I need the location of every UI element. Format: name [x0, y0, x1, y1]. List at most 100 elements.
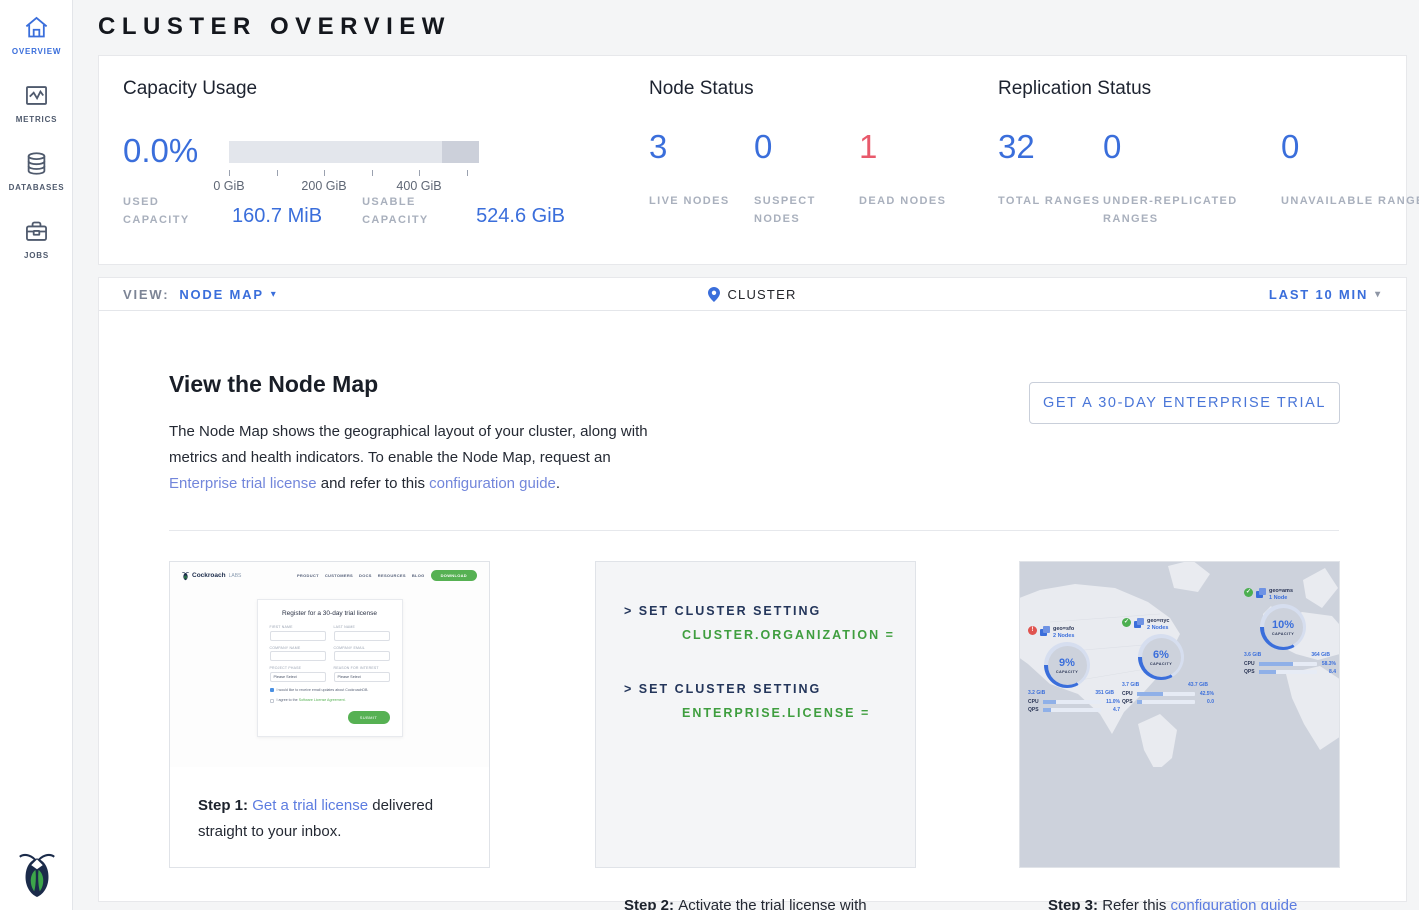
mini-checkbox [270, 688, 274, 692]
code-text: CLUSTER.ORGANIZATION = [682, 628, 895, 642]
qps-label: QPS [1122, 699, 1134, 705]
total-value: 364 GiB [1311, 652, 1330, 658]
step-1-card: CockroachLABS PRODUCT CUSTOMERS DOCS RES… [169, 561, 490, 868]
total-value: 351 GiB [1095, 690, 1114, 696]
mini-site-brand-suffix: LABS [229, 573, 242, 579]
mini-nav-item: CUSTOMERS [325, 573, 353, 578]
mini-input [270, 651, 326, 661]
axis-tick-label: 400 GiB [396, 179, 441, 193]
map-node-nyc: ✓ geo=nyc2 Nodes 6%CAPACITY 3.7 GiB43.7 … [1122, 618, 1226, 705]
cpu-value: 42.5% [1198, 691, 1214, 697]
code-prompt: > [624, 604, 633, 618]
mini-select: Please Select [270, 672, 326, 682]
capacity-bar-end-segment [442, 141, 480, 163]
dead-nodes-label: DEAD NODES [859, 192, 969, 210]
code-prompt: > [624, 682, 633, 696]
qps-label: QPS [1244, 669, 1256, 675]
capacity-percent: 6% [1153, 649, 1169, 661]
axis-tick-label: 200 GiB [301, 179, 346, 193]
configuration-guide-link[interactable]: configuration guide [1171, 897, 1298, 910]
used-capacity-value: 160.7 MiB [232, 205, 322, 228]
mini-input [270, 631, 326, 641]
caption-text: Refer this [1102, 897, 1170, 910]
capacity-label: CAPACITY [1150, 662, 1172, 666]
view-bar: VIEW: NODE MAP ▾ CLUSTER LAST 10 MIN ▾ [99, 278, 1406, 311]
step-label: Step 2: [624, 897, 678, 910]
mini-checkbox-label: I agree to the [277, 698, 299, 702]
sidebar-item-databases[interactable]: DATABASES [0, 136, 73, 204]
description-text: and refer to this [317, 475, 430, 492]
unavailable-ranges-label: UNAVAILABLE RANGES [1281, 192, 1419, 210]
capacity-gauge: 0 GiB 200 GiB 400 GiB [229, 141, 479, 201]
node-cube-icon [1040, 626, 1050, 636]
step-3-card: ! geo=sfo2 Nodes 9%CAPACITY 3.2 GiB351 G… [1019, 561, 1340, 868]
mini-select: Please Select [334, 672, 390, 682]
mini-field-label: FIRST NAME [270, 625, 326, 629]
suspect-nodes-label: SUSPECT NODES [754, 192, 864, 228]
mini-nav-item: BLOG [412, 573, 425, 578]
section-heading: View the Node Map [169, 371, 378, 398]
sidebar-item-jobs[interactable]: JOBS [0, 204, 73, 272]
mini-nav-item: PRODUCT [297, 573, 319, 578]
cpu-label: CPU [1028, 699, 1040, 705]
mini-form-title: Register for a 30-day trial license [270, 610, 390, 617]
used-value: 3.2 GiB [1028, 690, 1045, 696]
stats-panel: Capacity Usage 0.0% 0 GiB 200 GiB 400 Gi… [98, 55, 1407, 265]
enterprise-trial-license-link[interactable]: Enterprise trial license [169, 475, 317, 492]
home-icon [23, 14, 50, 41]
usable-capacity-value: 524.6 GiB [476, 205, 565, 228]
chevron-down-icon: ▾ [1375, 289, 1382, 300]
locality-name: geo=nyc [1147, 618, 1169, 624]
axis-tick-label: 0 GiB [213, 179, 244, 193]
node-count: 2 Nodes [1053, 633, 1074, 639]
mini-register-form: Register for a 30-day trial license FIRS… [257, 599, 403, 737]
total-ranges-label: TOTAL RANGES [998, 192, 1108, 210]
cpu-value: 58.3% [1320, 661, 1336, 667]
code-text: SET CLUSTER SETTING [639, 604, 821, 618]
step-3-image: ! geo=sfo2 Nodes 9%CAPACITY 3.2 GiB351 G… [1020, 562, 1339, 867]
node-cube-icon [1256, 588, 1266, 598]
mini-field-label: PROJECT PHASE [270, 666, 326, 670]
description-text: . [556, 475, 560, 492]
mini-field-label: LAST NAME [334, 625, 390, 629]
capacity-donut: 10%CAPACITY [1260, 604, 1306, 650]
page-title: CLUSTER OVERVIEW [98, 13, 451, 41]
qps-value: 8.4 [1320, 669, 1336, 675]
cpu-label: CPU [1244, 661, 1256, 667]
capacity-donut: 9%CAPACITY [1044, 642, 1090, 688]
step-label: Step 3: [1048, 897, 1102, 910]
mini-field-label: COMPANY EMAIL [334, 646, 390, 650]
get-trial-license-link[interactable]: Get a trial license [252, 797, 368, 814]
capacity-percent: 9% [1059, 657, 1075, 669]
capacity-label: CAPACITY [1272, 632, 1294, 636]
step-1-caption: Step 1: Get a trial license delivered st… [170, 767, 489, 845]
mini-submit-button: SUBMIT [348, 711, 390, 724]
sidebar-item-metrics[interactable]: METRICS [0, 68, 73, 136]
cockroach-logo [0, 850, 73, 898]
under-replicated-ranges-value: 0 [1103, 128, 1253, 166]
sidebar-item-overview[interactable]: OVERVIEW [0, 0, 73, 68]
step-2-card: > SET CLUSTER SETTING CLUSTER.ORGANIZATI… [595, 561, 916, 868]
mini-input [334, 631, 390, 641]
step-2-image: > SET CLUSTER SETTING CLUSTER.ORGANIZATI… [596, 562, 915, 867]
cockroach-mini-logo-icon [182, 571, 189, 581]
configuration-guide-link[interactable]: configuration guide [429, 475, 556, 492]
unavailable-ranges-stat: 0 UNAVAILABLE RANGES [1281, 128, 1419, 210]
divider [169, 530, 1339, 531]
enterprise-trial-button[interactable]: GET A 30-DAY ENTERPRISE TRIAL [1029, 382, 1340, 424]
mini-nav-item: RESOURCES [378, 573, 406, 578]
mini-license-link: Software License Agreement. [299, 698, 346, 702]
dead-nodes-value: 1 [859, 128, 1009, 166]
main-panel: VIEW: NODE MAP ▾ CLUSTER LAST 10 MIN ▾ V… [98, 277, 1407, 902]
capacity-bar [229, 141, 479, 163]
sidebar-item-label: DATABASES [9, 183, 65, 192]
node-status-title: Node Status [649, 78, 754, 100]
description-text: The Node Map shows the geographical layo… [169, 423, 648, 466]
mini-checkbox [270, 699, 274, 703]
capacity-donut: 6%CAPACITY [1138, 634, 1184, 680]
mini-download-button: DOWNLOAD [431, 570, 477, 581]
capacity-usage-title: Capacity Usage [123, 78, 257, 100]
sidebar: OVERVIEW METRICS DATABASES JOBS [0, 0, 73, 910]
mini-site-brand: Cockroach [192, 572, 226, 579]
time-range-selector[interactable]: LAST 10 MIN ▾ [1269, 278, 1382, 311]
